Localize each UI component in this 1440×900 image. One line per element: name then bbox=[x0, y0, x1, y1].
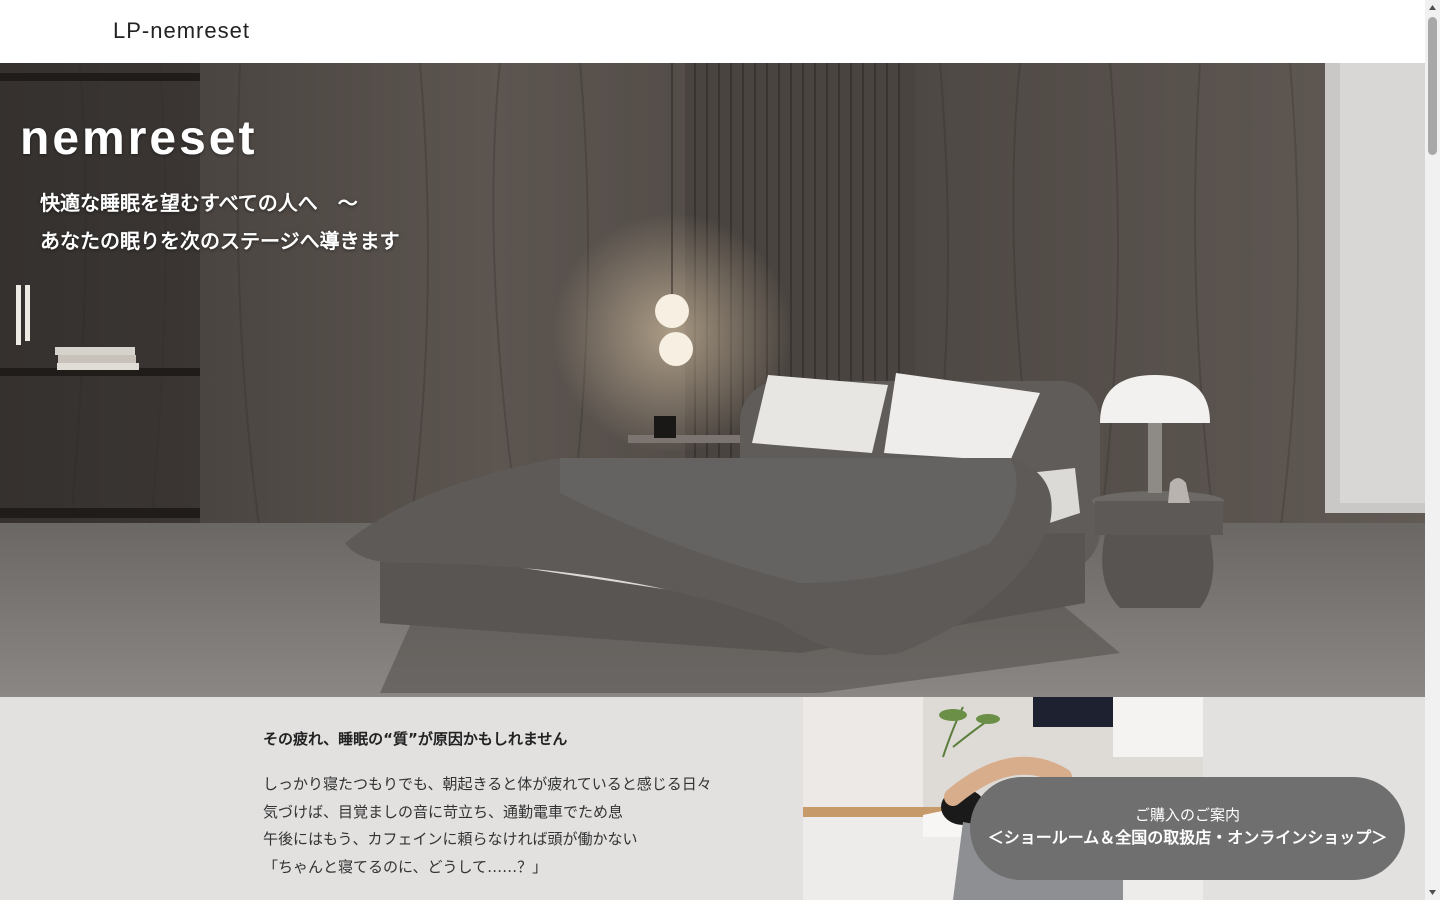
hero-brand-title: nemreset bbox=[20, 112, 258, 165]
intro-body: しっかり寝たつもりでも、朝起きると体が疲れていると感じる日々 気づけば、目覚まし… bbox=[263, 771, 712, 881]
intro-line: しっかり寝たつもりでも、朝起きると体が疲れていると感じる日々 bbox=[263, 775, 712, 793]
hero-section: nemreset 快適な睡眠を望むすべての人へ ～ あなたの眠りを次のステージへ… bbox=[0, 63, 1425, 697]
scroll-up-arrow-icon[interactable] bbox=[1425, 0, 1440, 16]
hero-tagline-1: 快適な睡眠を望むすべての人へ ～ bbox=[40, 191, 358, 215]
intro-line: 気づけば、目覚ましの音に苛立ち、通勤電車でため息 bbox=[263, 802, 624, 821]
intro-heading: その疲れ、睡眠の“質”が原因かもしれません bbox=[263, 730, 568, 748]
hero-tagline-2: あなたの眠りを次のステージへ導きます bbox=[40, 229, 400, 253]
page-scrollbar[interactable] bbox=[1425, 0, 1440, 900]
purchase-info-title: ご購入のご案内 bbox=[1134, 806, 1240, 824]
intro-line: 午後にはもう、カフェインに頼らなければ頭が働かない bbox=[263, 830, 638, 848]
site-header: LP-nemreset bbox=[0, 0, 1425, 63]
scrollbar-thumb[interactable] bbox=[1428, 17, 1437, 155]
scroll-down-arrow-icon[interactable] bbox=[1425, 884, 1440, 900]
site-title[interactable]: LP-nemreset bbox=[113, 18, 250, 44]
purchase-info-subtitle: ＜ショールーム＆全国の取扱店・オンラインショップ＞ bbox=[987, 828, 1388, 847]
intro-line: 「ちゃんと寝てるのに、どうして……？」 bbox=[263, 857, 548, 876]
purchase-info-button[interactable]: ご購入のご案内 ＜ショールーム＆全国の取扱店・オンラインショップ＞ bbox=[970, 777, 1405, 880]
